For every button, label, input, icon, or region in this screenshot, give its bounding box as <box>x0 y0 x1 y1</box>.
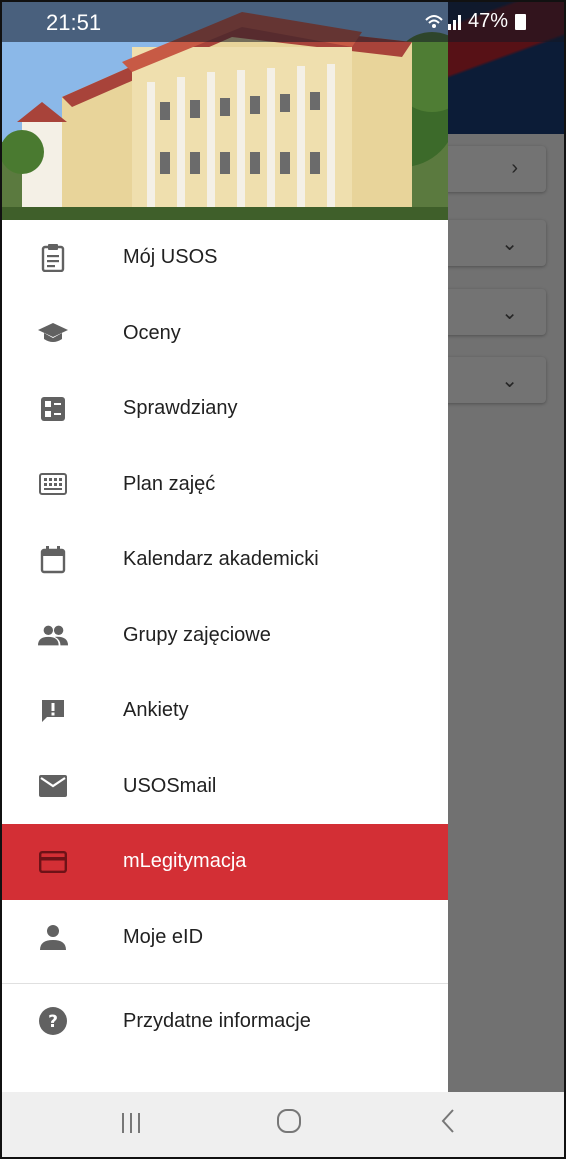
menu-item-mlegitymacja[interactable]: mLegitymacja <box>2 824 448 900</box>
checklist-icon <box>38 394 68 424</box>
menu-item-sprawdziany[interactable]: Sprawdziany <box>2 371 448 447</box>
menu-item-label: Oceny <box>123 321 181 344</box>
menu-item-oceny[interactable]: Oceny <box>2 296 448 372</box>
keyboard-grid-icon <box>38 469 68 499</box>
home-icon[interactable] <box>276 1108 302 1141</box>
person-icon <box>38 922 68 952</box>
menu-item-moj-usos[interactable]: Mój USOS <box>2 220 448 296</box>
menu-item-ankiety[interactable]: Ankiety <box>2 673 448 749</box>
mail-icon <box>38 771 68 801</box>
battery-icon <box>515 13 526 30</box>
card-icon <box>38 847 68 877</box>
help-icon: ? <box>38 1006 68 1036</box>
menu-item-label: Mój USOS <box>123 246 218 269</box>
status-time: 21:51 <box>46 10 102 35</box>
menu-item-label: Kalendarz akademicki <box>123 548 319 571</box>
menu-item-przydatne-informacje[interactable]: ? Przydatne informacje <box>2 984 448 1058</box>
feedback-icon <box>38 696 68 726</box>
battery-percent: 47% <box>467 10 508 32</box>
phone-frame: › ⌄ ⌄ ⌄ 21:51 47% <box>0 0 566 1159</box>
menu-item-label: Moje eID <box>123 925 204 948</box>
menu-item-usosmail[interactable]: USOSmail <box>2 749 448 825</box>
menu-item-label: Ankiety <box>123 699 189 722</box>
menu-item-label: mLegitymacja <box>123 850 247 873</box>
people-icon <box>38 620 68 650</box>
clipboard-icon <box>38 243 68 273</box>
status-bar: 21:51 47% <box>2 2 564 42</box>
menu-item-label: Przydatne informacje <box>123 1009 311 1032</box>
menu-item-kalendarz-akademicki[interactable]: Kalendarz akademicki <box>2 522 448 598</box>
menu-item-grupy-zajeciowe[interactable]: Grupy zajęciowe <box>2 598 448 674</box>
menu-item-label: Plan zajęć <box>123 472 216 495</box>
status-indicators: 47% <box>424 10 526 33</box>
graduation-cap-icon <box>38 318 68 348</box>
drawer-menu: Mój USOS Oceny Sprawdziany Plan zajęć Ka… <box>2 220 448 975</box>
back-icon[interactable] <box>440 1108 456 1141</box>
menu-item-label: Sprawdziany <box>123 397 238 420</box>
recent-apps-icon[interactable] <box>120 1109 142 1141</box>
calendar-icon <box>38 545 68 575</box>
menu-item-label: USOSmail <box>123 774 217 797</box>
system-navigation-bar <box>2 1092 564 1157</box>
menu-item-plan-zajec[interactable]: Plan zajęć <box>2 447 448 523</box>
menu-item-moje-eid[interactable]: Moje eID <box>2 900 448 976</box>
navigation-drawer: Mój USOS Oceny Sprawdziany Plan zajęć Ka… <box>2 2 448 1092</box>
svg-text:?: ? <box>48 1012 58 1032</box>
wifi-signal-icon <box>425 14 461 30</box>
menu-item-label: Grupy zajęciowe <box>123 623 271 646</box>
